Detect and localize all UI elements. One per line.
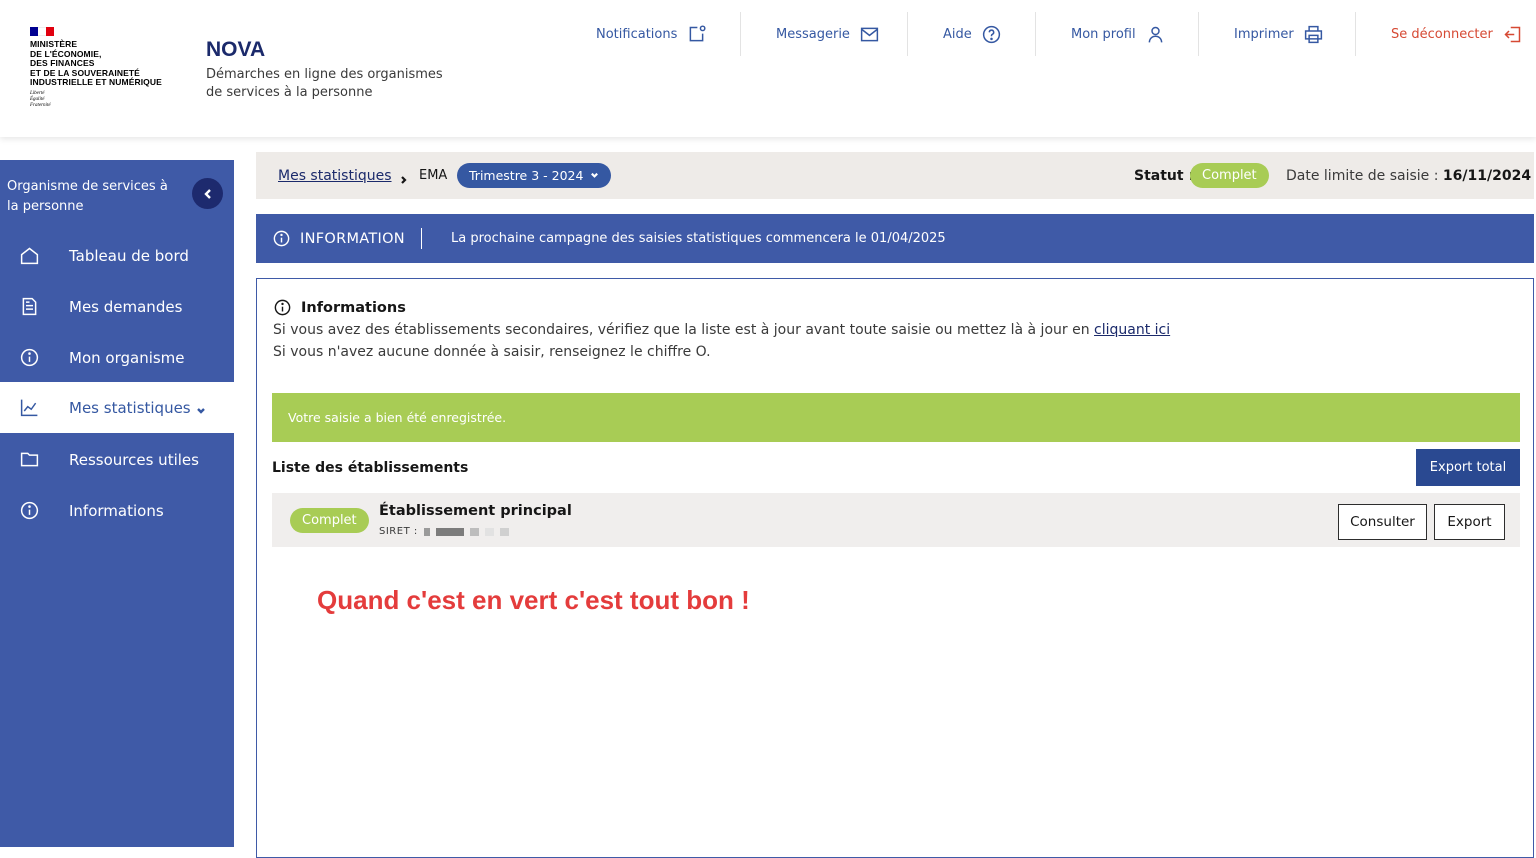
info-icon (19, 500, 40, 521)
sidebar-item-label: Informations (69, 501, 164, 520)
export-button[interactable]: Export (1434, 504, 1505, 540)
sidebar-item-mon-organisme[interactable]: Mon organisme (0, 332, 234, 383)
printer-icon (1304, 25, 1322, 43)
collapse-sidebar-button[interactable] (192, 178, 223, 209)
sidebar-item-tableau-de-bord[interactable]: Tableau de bord (0, 230, 234, 281)
nav-imprimer[interactable]: Imprimer (1234, 12, 1324, 56)
informations-line-1: Si vous avez des établissements secondai… (273, 322, 1170, 338)
nav-imprimer-label: Imprimer (1234, 26, 1294, 42)
sidebar-item-ressources-utiles[interactable]: Ressources utiles (0, 434, 234, 485)
sidebar-item-label: Ressources utiles (69, 450, 199, 469)
sidebar-item-mes-statistiques[interactable]: Mes statistiques (0, 382, 234, 433)
ministry-name: Ministère de l'Économie, des Finances et… (30, 39, 162, 88)
siret-label: SIRET : (379, 526, 418, 537)
siret-redacted (469, 527, 479, 536)
ministry-logo[interactable]: Ministère de l'Économie, des Finances et… (30, 27, 180, 109)
banner-message: La prochaine campagne des saisies statis… (451, 231, 946, 246)
establishment-name: Établissement principal (379, 503, 572, 519)
main-panel: Informations Si vous avez des établissem… (256, 278, 1534, 858)
banner-divider (421, 228, 422, 249)
sidebar-item-label: Mes demandes (69, 297, 183, 316)
status-badge: Complet (290, 508, 369, 533)
logout-icon (1504, 26, 1521, 42)
siret-redacted (499, 527, 509, 536)
header: Ministère de l'Économie, des Finances et… (0, 0, 1536, 137)
home-icon (19, 245, 40, 266)
sidebar-title: Organisme de services à la personne (7, 179, 168, 214)
breadcrumb-current: EMA (419, 168, 448, 183)
informations-title: Informations (273, 298, 406, 317)
nav-aide-label: Aide (943, 26, 972, 42)
informations-line-1-text: Si vous avez des établissements secondai… (273, 322, 1090, 338)
breadcrumb-link-mes-statistiques[interactable]: Mes statistiques (278, 168, 392, 184)
nav-aide[interactable]: Aide (943, 12, 1002, 56)
help-icon (982, 25, 1000, 43)
nav-logout-label: Se déconnecter (1391, 26, 1493, 42)
info-icon (272, 229, 291, 248)
nav-logout[interactable]: Se déconnecter (1391, 12, 1523, 56)
siret-redacted (423, 527, 430, 536)
nav-profil-label: Mon profil (1071, 26, 1136, 42)
notification-icon (690, 24, 706, 41)
sidebar: Organisme de services à la personne Tabl… (0, 160, 234, 847)
siret: SIRET : (379, 526, 509, 537)
nav-notifications[interactable]: Notifications (596, 12, 707, 56)
annotation-note: Quand c'est en vert c'est tout bon ! (317, 585, 750, 615)
siret-redacted (435, 527, 464, 536)
app-description: Démarches en ligne des organismes de ser… (206, 67, 443, 100)
chevron-right-icon (399, 170, 409, 184)
informations-line-2: Si vous n'avez aucune donnée à saisir, r… (273, 344, 711, 360)
folder-icon (19, 449, 40, 470)
nav-profil[interactable]: Mon profil (1071, 12, 1166, 56)
period-select[interactable]: Trimestre 3 - 2024 (457, 163, 612, 188)
chart-icon (19, 397, 40, 418)
mail-icon (860, 27, 879, 41)
status-badge: Complet (1190, 163, 1269, 188)
banner-title: INFORMATION (300, 230, 405, 247)
sidebar-item-label: Tableau de bord (69, 246, 189, 265)
app-name[interactable]: NOVA (206, 38, 265, 62)
update-list-link[interactable]: cliquant ici (1094, 322, 1170, 338)
chevron-down-icon (196, 402, 206, 414)
chevron-down-icon (591, 172, 599, 178)
nav-messagerie-label: Messagerie (776, 26, 850, 42)
consult-button[interactable]: Consulter (1338, 504, 1427, 540)
deadline: Date limite de saisie : 16/11/2024 (1286, 168, 1531, 184)
period-select-label: Trimestre 3 - 2024 (469, 168, 584, 183)
sidebar-item-label: Mon organisme (69, 348, 185, 367)
list-title: Liste des établissements (272, 460, 469, 476)
export-total-button[interactable]: Export total (1416, 449, 1520, 486)
sidebar-item-mes-demandes[interactable]: Mes demandes (0, 281, 234, 332)
breadcrumb-bar: Mes statistiques EMA Trimestre 3 - 2024 … (256, 152, 1534, 199)
nav-notifications-label: Notifications (596, 26, 678, 42)
user-icon (1148, 26, 1162, 42)
sidebar-item-label: Mes statistiques (69, 398, 191, 417)
document-icon (19, 296, 40, 317)
deadline-label: Date limite de saisie : (1286, 167, 1439, 184)
status-label: Statut : (1134, 167, 1195, 184)
siret-redacted (484, 527, 494, 536)
table-row: Complet Établissement principal SIRET : … (272, 493, 1520, 547)
deadline-value: 16/11/2024 (1442, 167, 1532, 184)
informations-title-label: Informations (301, 299, 406, 316)
sidebar-item-informations[interactable]: Informations (0, 485, 234, 536)
information-banner: INFORMATION La prochaine campagne des sa… (256, 214, 1534, 263)
republic-motto: Liberté Égalité Fraternité (30, 90, 51, 108)
nav-messagerie[interactable]: Messagerie (776, 12, 880, 56)
success-alert: Votre saisie a bien été enregistrée. (272, 393, 1520, 442)
french-flag-icon (30, 27, 54, 36)
info-icon (19, 347, 40, 368)
chevron-left-icon (203, 188, 211, 199)
info-icon (274, 299, 291, 316)
